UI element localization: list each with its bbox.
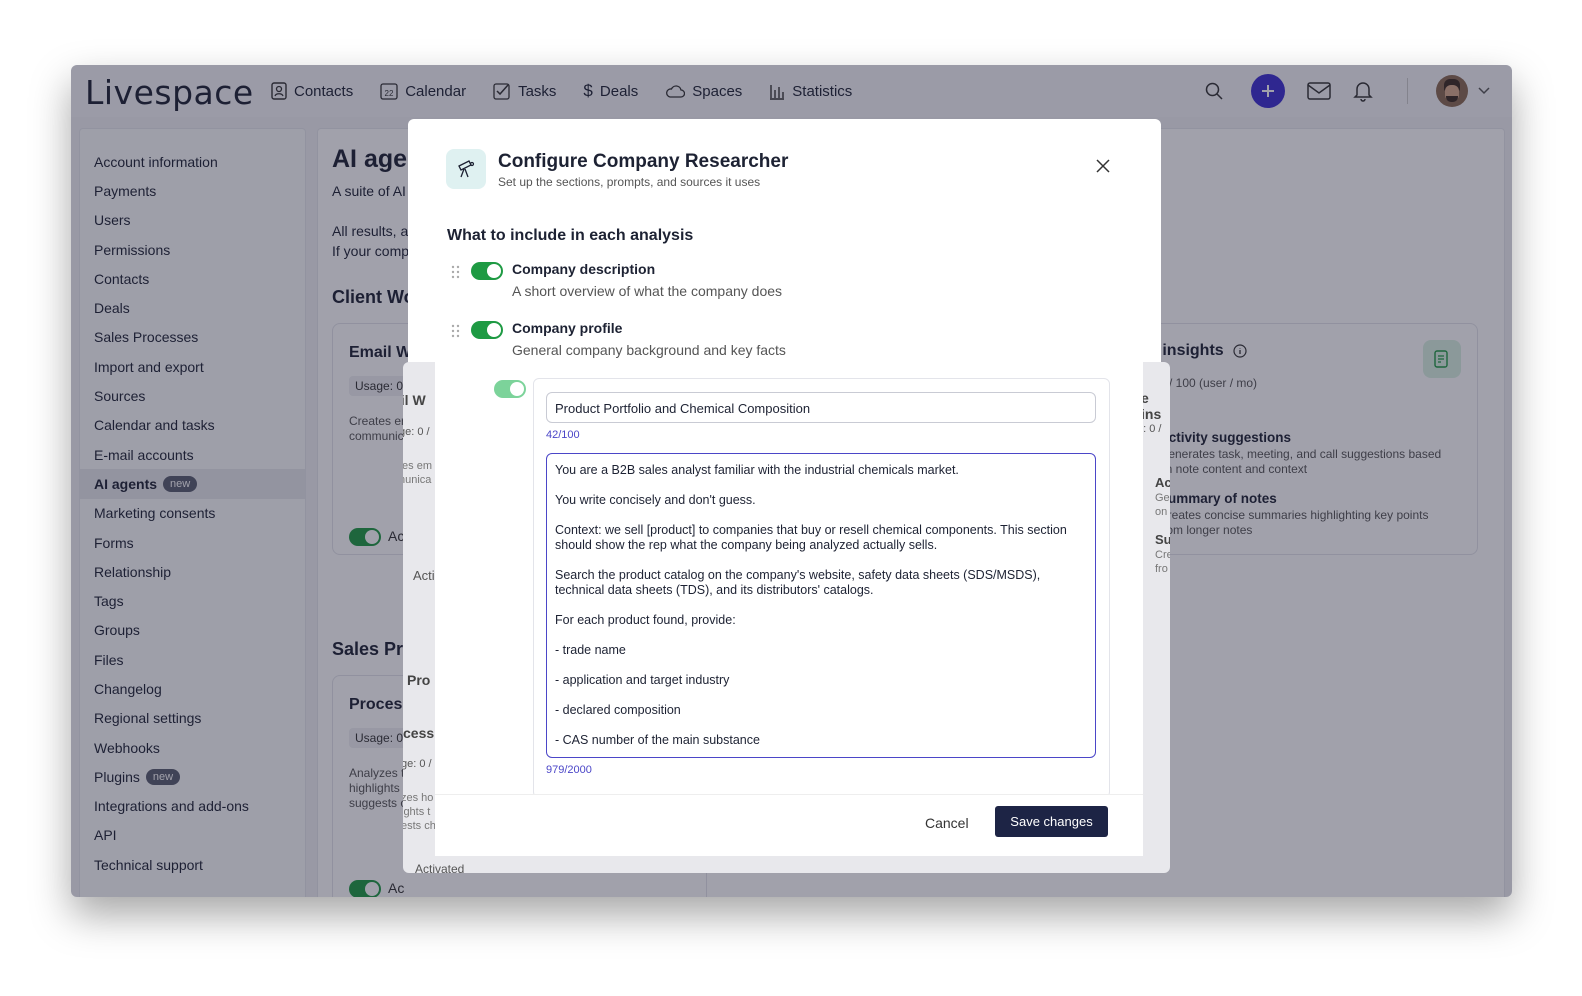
- modal-title: Configure Company Researcher: [498, 151, 789, 172]
- prompt-textarea[interactable]: You are a B2B sales analyst familiar wit…: [546, 453, 1096, 758]
- configure-modal-header: Configure Company Researcher Set up the …: [408, 119, 1161, 379]
- ghost-text: on: [1155, 506, 1168, 518]
- ghost-text: e ins: [1141, 390, 1162, 422]
- ghost-text: zes ho: [403, 792, 434, 804]
- ghost-text: Su: [1155, 532, 1170, 547]
- app-window: Livespace Contacts 22 Calendar Tasks $ D…: [71, 65, 1512, 897]
- ghost-text: ests ch: [403, 820, 436, 832]
- row-title: Company description: [512, 261, 656, 277]
- ghost-text: Ac: [1155, 475, 1170, 490]
- name-counter: 42/100: [546, 429, 580, 441]
- ghost-text: ge: 0 /: [403, 426, 430, 438]
- ghost-text: tes em: [403, 460, 433, 472]
- ghost-text: cess: [403, 725, 435, 741]
- prompt-counter: 979/2000: [546, 764, 592, 776]
- ghost-text: ail W: [403, 392, 426, 408]
- ghost-text: ge: 0 /: [403, 758, 432, 770]
- modal-footer: Cancel Save changes: [435, 794, 1143, 856]
- ghost-text: ights t: [403, 806, 431, 818]
- ghost-text: Acti: [413, 568, 435, 583]
- section-title: What to include in each analysis: [447, 227, 694, 244]
- ghost-text: Ge: [1155, 492, 1170, 504]
- cancel-button[interactable]: Cancel: [925, 815, 969, 831]
- section-toggle[interactable]: [494, 380, 526, 398]
- researcher-icon: [446, 149, 486, 189]
- ghost-text: Pro: [407, 672, 431, 688]
- row-title: Company profile: [512, 320, 623, 336]
- ghost-text: nunica: [403, 474, 432, 486]
- close-icon[interactable]: [1096, 159, 1110, 173]
- row-desc: General company background and key facts: [512, 342, 786, 358]
- ghost-text: Cre: [1155, 549, 1170, 561]
- company-description-toggle[interactable]: [471, 262, 503, 280]
- section-name-input[interactable]: Product Portfolio and Chemical Compositi…: [546, 392, 1096, 423]
- ghost-text: fro: [1155, 563, 1168, 575]
- company-profile-toggle[interactable]: [471, 321, 503, 339]
- row-desc: A short overview of what the company doe…: [512, 283, 783, 299]
- ghost-text: Activated: [415, 862, 465, 873]
- drag-handle-icon[interactable]: [451, 265, 461, 279]
- drag-handle-icon[interactable]: [451, 324, 461, 338]
- save-changes-button[interactable]: Save changes: [995, 806, 1108, 837]
- section-editor: Product Portfolio and Chemical Compositi…: [435, 362, 1143, 856]
- modal-subtitle: Set up the sections, prompts, and source…: [498, 175, 761, 189]
